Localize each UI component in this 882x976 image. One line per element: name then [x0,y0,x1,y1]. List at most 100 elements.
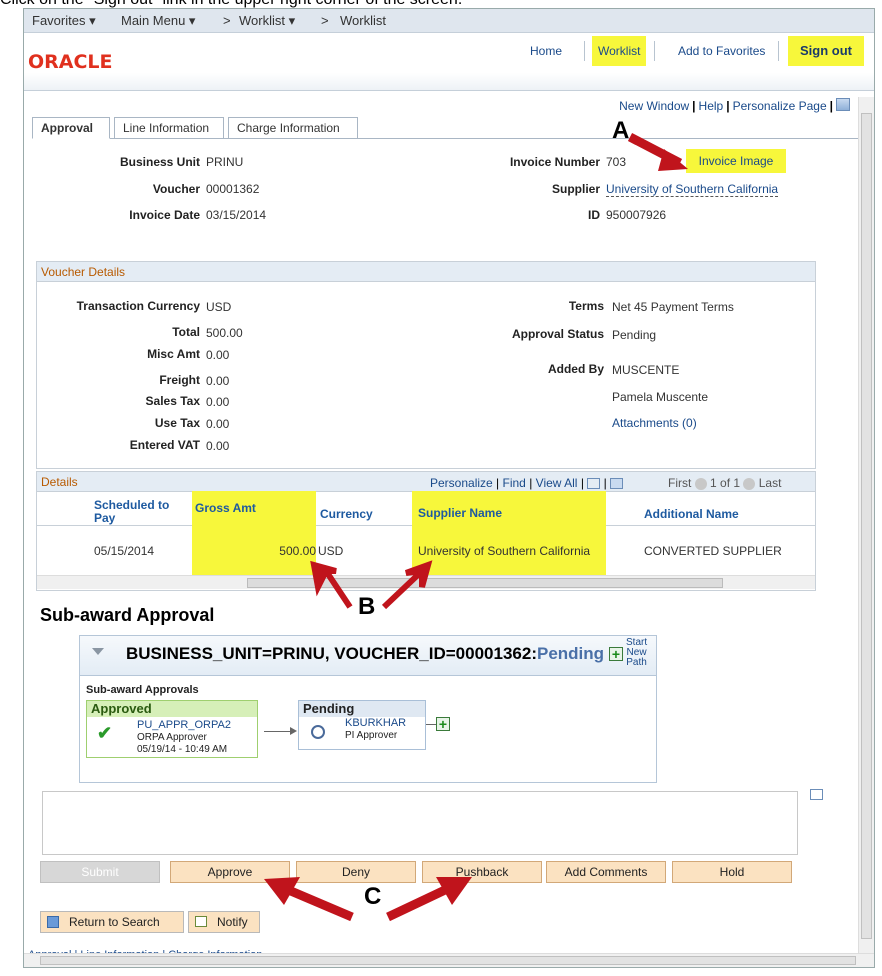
clock-icon [311,725,325,739]
transaction-currency-label: Transaction Currency [76,299,200,313]
pending-status: Pending [299,701,425,717]
annotation-b: B [358,593,376,620]
sign-out-link[interactable]: Sign out [788,36,864,66]
notify-button[interactable]: Notify [188,911,260,933]
row-range: 1 of 1 [710,476,741,490]
annotation-c: C [364,883,382,910]
tab-charge-information[interactable]: Charge Information [228,117,358,139]
divider [778,41,779,61]
horizontal-scrollbar[interactable] [24,953,874,967]
cell-scheduled: 05/15/2014 [94,544,155,558]
oracle-logo: ORACLE [28,51,113,73]
approval-status-value: Pending [612,328,657,342]
submit-button[interactable]: Submit [40,861,160,883]
nav-worklist-current: Worklist [340,13,386,28]
grid-icon[interactable] [836,98,850,111]
approver-user-link[interactable]: PU_APPR_ORPA2 [137,719,231,731]
invoice-image-link[interactable]: Invoice Image [686,149,786,173]
attachments-link[interactable]: Attachments (0) [612,416,697,430]
invoice-date-label: Invoice Date [129,208,200,222]
added-by-name: Pamela Muscente [612,390,709,404]
details-grid-toolbar: Personalize | Find | View All | | [430,476,624,490]
page-links: New Window | Help | Personalize Page | [619,99,833,113]
personalize-page-link[interactable]: Personalize Page [733,99,827,113]
terms-value: Net 45 Payment Terms [612,300,734,314]
first-label: First [668,476,692,490]
approval-date: 05/19/14 - 10:49 AM [137,744,228,755]
col-gross-amt: Gross Amt [192,491,316,577]
tab-approval[interactable]: Approval [32,117,110,139]
path-title: BUSINESS_UNIT=PRINU, VOUCHER_ID=00001362… [126,644,605,663]
added-by-label: Added By [547,362,604,376]
voucher-label: Voucher [152,182,200,196]
zoom-icon[interactable] [587,478,601,490]
new-window-link[interactable]: New Window [619,99,689,113]
voucher-value: 00001362 [206,182,260,196]
col-scheduled-to-pay: Scheduled to Pay [94,498,170,525]
freight-label: Freight [159,373,200,387]
connector-line [426,724,436,725]
arrow-head-icon [290,727,297,735]
next-icon[interactable] [743,477,756,490]
help-link[interactable]: Help [699,99,724,113]
pending-user-link[interactable]: KBURKHAR [345,717,406,729]
view-all-link[interactable]: View All [536,476,578,490]
previous-icon[interactable] [694,477,707,490]
add-path-icon[interactable]: + [609,647,623,661]
cell-additional: CONVERTED SUPPLIER [644,544,782,558]
vertical-scrollbar[interactable] [858,97,874,959]
home-link[interactable]: Home [524,36,568,66]
col-additional-name: Additional Name [644,507,739,521]
personalize-link[interactable]: Personalize [430,476,493,490]
start-new-path-link[interactable]: Start New Path [626,638,647,668]
freight-value: 0.00 [206,374,230,388]
sales-tax-value: 0.00 [206,395,230,409]
cell-gross: 500.00 [279,544,316,558]
nav-favorites[interactable]: Favorites ▾ [32,13,96,29]
invoice-date-value: 03/15/2014 [206,208,267,222]
divider [584,41,585,61]
comments-textarea[interactable] [42,791,798,855]
annotation-arrow-a [627,133,688,171]
approved-status: Approved [87,701,257,717]
voucher-details-title: Voucher Details [37,262,815,282]
notify-label: Notify [217,915,248,929]
worklist-link[interactable]: Worklist [592,36,647,66]
misc-amt-value: 0.00 [206,348,230,362]
terms-label: Terms [568,299,604,313]
business-unit-value: PRINU [206,155,244,169]
find-link[interactable]: Find [503,476,526,490]
expand-textarea-icon[interactable] [810,789,823,800]
approver-role: ORPA Approver [137,732,207,743]
cell-currency: USD [318,544,344,558]
id-value: 950007926 [606,208,667,222]
misc-amt-label: Misc Amt [147,347,200,361]
nav-separator: > [223,13,231,28]
annotation-a: A [612,117,630,144]
supplier-label: Supplier [551,182,600,196]
return-to-search-button[interactable]: Return to Search [40,911,184,933]
nav-main-menu[interactable]: Main Menu ▾ [121,13,195,29]
download-grid-icon[interactable] [610,478,624,490]
horizontal-scrollbar-thumb[interactable] [40,956,856,965]
add-comments-button[interactable]: Add Comments [546,861,666,883]
total-label: Total [172,325,200,339]
total-value: 500.00 [206,326,243,340]
tab-line-information[interactable]: Line Information [114,117,224,139]
invoice-number-label: Invoice Number [509,155,600,169]
checkmark-icon: ✔ [97,723,113,743]
vertical-scrollbar-thumb[interactable] [861,113,872,939]
add-approver-icon[interactable]: + [436,717,450,731]
pager: First 1 of 1 Last [668,476,781,490]
add-to-favorites-link[interactable]: Add to Favorites [672,36,771,66]
return-to-search-label: Return to Search [69,915,160,929]
collapse-icon[interactable] [92,648,104,655]
nav-worklist-menu[interactable]: Worklist ▾ [239,13,295,29]
id-label: ID [588,208,600,222]
pending-step: Pending KBURKHAR PI Approver [298,700,426,750]
col-currency: Currency [320,507,373,521]
divider [654,41,655,61]
hold-button[interactable]: Hold [672,861,792,883]
sales-tax-label: Sales Tax [145,394,200,408]
supplier-link[interactable]: University of Southern California [606,182,779,197]
